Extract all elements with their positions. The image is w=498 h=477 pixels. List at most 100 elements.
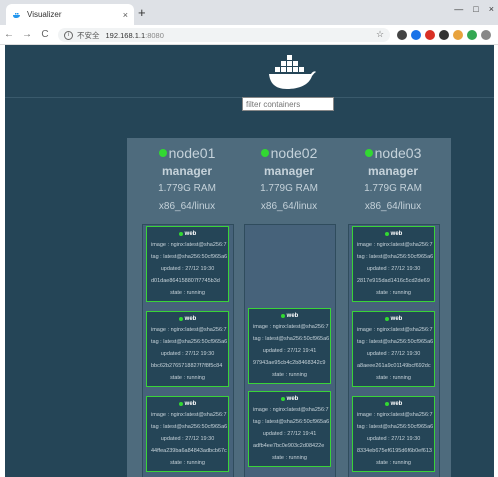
back-button[interactable]: ← bbox=[0, 29, 18, 40]
extension-icon[interactable] bbox=[411, 30, 421, 40]
status-dot-icon bbox=[364, 149, 373, 157]
task-updated: updated : 27/12 19:30 bbox=[366, 436, 421, 442]
node-arch: x86_64/linux bbox=[260, 201, 318, 212]
visualizer-app: node01 manager 1.779G RAM x86_64/linux w… bbox=[5, 45, 494, 477]
task-updated: updated : 27/12 19:30 bbox=[366, 266, 421, 272]
forward-button[interactable]: → bbox=[18, 29, 36, 40]
bookmark-star-icon[interactable]: ☆ bbox=[376, 29, 384, 40]
task-name: web bbox=[184, 401, 197, 407]
task-image: image : nginx:latest@sha256:7 bbox=[357, 327, 433, 333]
reload-button[interactable]: C bbox=[36, 29, 54, 40]
task-card[interactable]: web image : nginx:latest@sha256:7 tag : … bbox=[352, 396, 435, 472]
task-state: state : running bbox=[376, 375, 411, 381]
node-role: manager bbox=[263, 164, 315, 178]
extension-icon[interactable] bbox=[453, 30, 463, 40]
status-dot-icon bbox=[384, 402, 389, 406]
node-arch: x86_64/linux bbox=[158, 201, 216, 212]
task-card[interactable]: web image : nginx:latest@sha256:7 tag : … bbox=[248, 308, 331, 384]
task-name: web bbox=[390, 231, 403, 237]
task-tag: tag : latest@sha256:50cf965a6 bbox=[357, 424, 434, 430]
filter-containers-input[interactable] bbox=[242, 97, 334, 111]
task-tag: tag : latest@sha256:50cf965a6 bbox=[151, 424, 228, 430]
close-window-button[interactable]: × bbox=[489, 4, 494, 14]
task-state: state : running bbox=[170, 375, 205, 381]
task-updated: updated : 27/12 19:30 bbox=[160, 351, 215, 357]
docker-logo-icon bbox=[269, 55, 316, 89]
task-id: a8aeee261a9c01149bcf692dc bbox=[357, 363, 431, 369]
tab-close-icon[interactable]: × bbox=[123, 10, 128, 20]
task-name: web bbox=[390, 401, 403, 407]
task-id: bbc62b2765718827f7f8f5c84 bbox=[151, 363, 223, 369]
task-card[interactable]: web image : nginx:latest@sha256:7 tag : … bbox=[248, 391, 331, 467]
status-dot-icon bbox=[260, 149, 269, 157]
node-ram: 1.779G RAM bbox=[260, 183, 318, 194]
status-dot-icon bbox=[178, 232, 183, 236]
new-tab-button[interactable]: + bbox=[138, 6, 146, 19]
task-image: image : nginx:latest@sha256:7 bbox=[357, 412, 433, 418]
url-host: 192.168.1.1 bbox=[105, 30, 146, 40]
security-label: 不安全 bbox=[77, 30, 100, 40]
task-name: web bbox=[286, 396, 299, 402]
node-arch: x86_64/linux bbox=[364, 201, 422, 212]
maximize-button[interactable]: □ bbox=[473, 4, 478, 14]
task-name: web bbox=[286, 313, 299, 319]
node-ram: 1.779G RAM bbox=[364, 183, 422, 194]
task-name: web bbox=[184, 316, 197, 322]
task-card[interactable]: web image : nginx:latest@sha256:7 tag : … bbox=[352, 226, 435, 302]
task-state: state : running bbox=[170, 460, 205, 466]
extension-icon[interactable] bbox=[439, 30, 449, 40]
task-state: state : running bbox=[376, 290, 411, 296]
task-card[interactable]: web image : nginx:latest@sha256:7 tag : … bbox=[352, 311, 435, 387]
address-bar: ← → C i 不安全 192.168.1.1:8080 ☆ bbox=[0, 25, 498, 45]
task-tag: tag : latest@sha256:50cf965a6 bbox=[151, 254, 228, 260]
url-port: :8080 bbox=[145, 30, 164, 40]
node-column: node01 manager 1.779G RAM x86_64/linux w… bbox=[139, 138, 235, 477]
task-id: d01dae864158807f7745b3d bbox=[151, 278, 220, 284]
task-updated: updated : 27/12 19:30 bbox=[160, 436, 215, 442]
node-column: node03 manager 1.779G RAM x86_64/linux w… bbox=[345, 138, 441, 477]
info-icon[interactable]: i bbox=[64, 30, 73, 40]
task-updated: updated : 27/12 19:30 bbox=[366, 351, 421, 357]
url-input[interactable]: i 不安全 192.168.1.1:8080 bbox=[58, 28, 390, 42]
task-tag: tag : latest@sha256:50cf965a6 bbox=[151, 339, 228, 345]
extension-icon[interactable] bbox=[397, 30, 407, 40]
task-card[interactable]: web image : nginx:latest@sha256:7 tag : … bbox=[146, 396, 229, 472]
task-image: image : nginx:latest@sha256:7 bbox=[253, 407, 329, 413]
extension-icon[interactable] bbox=[467, 30, 477, 40]
task-image: image : nginx:latest@sha256:7 bbox=[357, 242, 433, 248]
status-dot-icon bbox=[178, 402, 183, 406]
task-state: state : running bbox=[272, 372, 307, 378]
task-card[interactable]: web image : nginx:latest@sha256:7 tag : … bbox=[146, 226, 229, 302]
minimize-button[interactable]: — bbox=[454, 4, 463, 14]
node-role: manager bbox=[161, 164, 213, 178]
task-tag: tag : latest@sha256:50cf965a6 bbox=[253, 419, 330, 425]
node-name: node01 bbox=[168, 145, 216, 161]
node-name: node03 bbox=[374, 145, 422, 161]
task-card[interactable]: web image : nginx:latest@sha256:7 tag : … bbox=[146, 311, 229, 387]
node-column: node02 manager 1.779G RAM x86_64/linux w… bbox=[241, 138, 337, 477]
task-image: image : nginx:latest@sha256:7 bbox=[151, 327, 227, 333]
task-id: 44ffea239ba6a84843adbcb67c bbox=[151, 448, 227, 454]
profile-avatar[interactable] bbox=[481, 30, 491, 40]
task-id: 97943ae95cb4c2b8468342c9 bbox=[253, 360, 326, 366]
task-name: web bbox=[184, 231, 197, 237]
browser-tab[interactable]: Visualizer × bbox=[6, 4, 134, 25]
task-image: image : nginx:latest@sha256:7 bbox=[151, 242, 227, 248]
task-image: image : nginx:latest@sha256:7 bbox=[151, 412, 227, 418]
status-dot-icon bbox=[158, 149, 167, 157]
status-dot-icon bbox=[178, 317, 183, 321]
task-tag: tag : latest@sha256:50cf965a6 bbox=[357, 339, 434, 345]
task-updated: updated : 27/12 19:30 bbox=[160, 266, 215, 272]
cluster-panel: node01 manager 1.779G RAM x86_64/linux w… bbox=[127, 138, 451, 477]
task-state: state : running bbox=[376, 460, 411, 466]
task-id: adfb4ee7bc0e903c2d08422e bbox=[253, 443, 325, 449]
status-dot-icon bbox=[384, 317, 389, 321]
extension-icon[interactable] bbox=[425, 30, 435, 40]
browser-tab-bar: Visualizer × + — □ × bbox=[0, 0, 498, 25]
status-dot-icon bbox=[280, 397, 285, 401]
node-role: manager bbox=[367, 164, 419, 178]
task-id: 8334eb675ef6195d6f6b0ef613 bbox=[357, 448, 432, 454]
task-state: state : running bbox=[170, 290, 205, 296]
task-tag: tag : latest@sha256:50cf965a6 bbox=[253, 336, 330, 342]
status-dot-icon bbox=[280, 314, 285, 318]
